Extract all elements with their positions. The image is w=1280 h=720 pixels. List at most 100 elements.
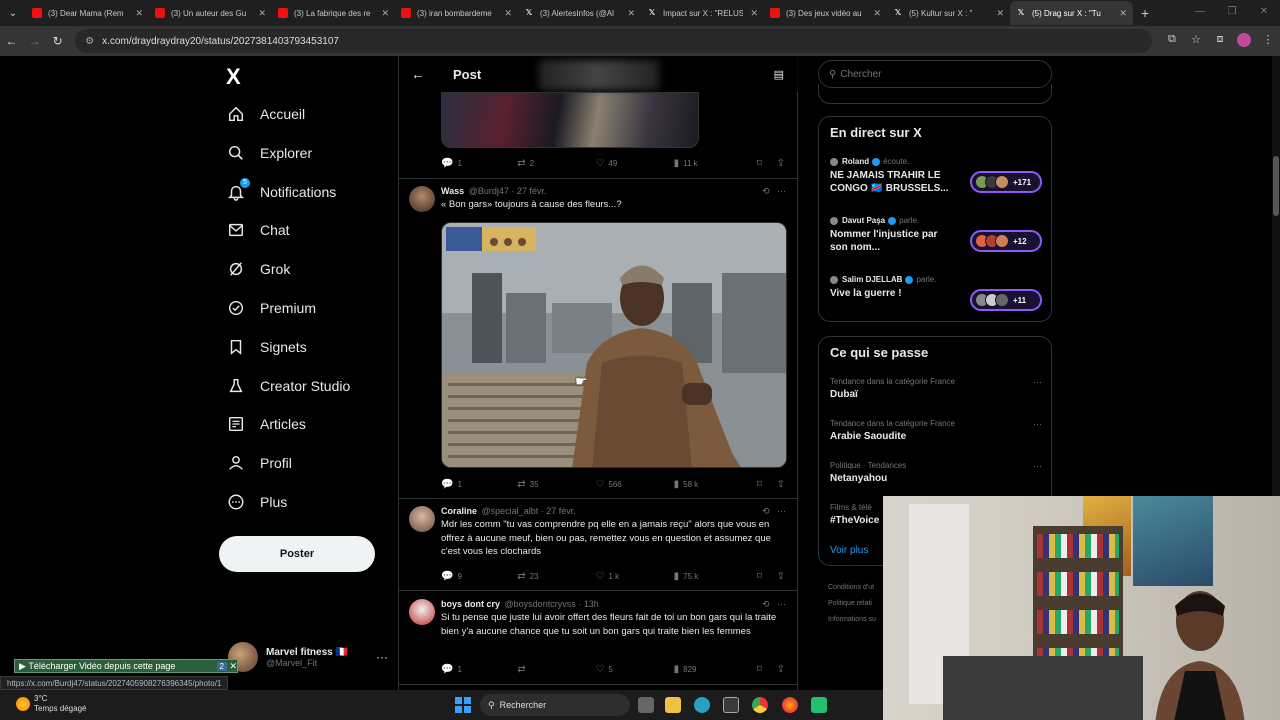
- more-icon[interactable]: ···: [777, 186, 786, 196]
- browser-tab[interactable]: (3) iran bombardeme ✕: [395, 1, 518, 25]
- extensions-icon[interactable]: ⧈: [1208, 33, 1232, 50]
- live-space-item[interactable]: Davut Paşa parle. Nommer l'injustice par s…: [830, 216, 1044, 253]
- more-icon[interactable]: ···: [777, 599, 786, 609]
- tab-close-icon[interactable]: ✕: [873, 8, 881, 19]
- menu-icon[interactable]: ⋮: [1256, 33, 1280, 50]
- grok-icon[interactable]: ⟲: [762, 506, 770, 516]
- browser-tab[interactable]: 𝕏 Impact sur X : "RELUS ✕: [641, 1, 764, 25]
- trend-item[interactable]: Politique · Tendances Netanyahou ···: [830, 461, 1044, 484]
- trend-item[interactable]: Tendance dans la catégorie France Dubaï ··…: [830, 377, 1044, 400]
- previous-post-image[interactable]: [441, 92, 699, 148]
- more-icon[interactable]: ···: [1033, 461, 1042, 471]
- star-icon[interactable]: ☆: [1184, 33, 1208, 50]
- close-icon[interactable]: ✕: [227, 661, 237, 672]
- tab-close-icon[interactable]: ✕: [1119, 8, 1127, 19]
- tab-close-icon[interactable]: ✕: [627, 8, 635, 19]
- forward-icon[interactable]: →: [23, 34, 46, 48]
- tab-close-icon[interactable]: ✕: [504, 8, 512, 19]
- more-icon[interactable]: ···: [777, 506, 786, 516]
- listeners-pill[interactable]: +11: [970, 289, 1042, 311]
- tab-close-icon[interactable]: ✕: [750, 8, 758, 19]
- footer-link[interactable]: Politique relati: [828, 596, 876, 612]
- views-button[interactable]: ▮ 75 k: [674, 571, 757, 582]
- scrollbar-thumb[interactable]: [1273, 156, 1279, 216]
- sidebar-item-chat[interactable]: Chat: [226, 220, 290, 240]
- live-space-item[interactable]: Roland écoute. NE JAMAIS TRAHIR LE CONGO 🇨…: [830, 157, 1044, 194]
- share-button[interactable]: ⇪: [777, 664, 789, 675]
- author-name[interactable]: boys dont cry: [441, 599, 500, 609]
- author-name[interactable]: Wass: [441, 186, 464, 196]
- avatar[interactable]: [409, 186, 435, 212]
- file-explorer-icon[interactable]: [665, 697, 681, 713]
- back-arrow-icon[interactable]: ←: [411, 66, 425, 82]
- footer-link[interactable]: Informations su: [828, 612, 876, 628]
- sidebar-item-profil[interactable]: Profil: [226, 453, 292, 473]
- url-field[interactable]: ⚙ x.com/draydraydray20/status/2027381403…: [75, 29, 1152, 53]
- account-switcher[interactable]: Marvel fitness 🇫🇷 @Marvel_Fit ···: [228, 642, 388, 672]
- reply-button[interactable]: 💬 1: [441, 158, 517, 169]
- like-button[interactable]: ♡ 566: [595, 479, 673, 490]
- live-space-item[interactable]: Salim DJELLAB parle. Vive la guerre ! +11: [830, 275, 1044, 311]
- browser-tab[interactable]: 𝕏 (5) Kultur sur X : " ✕: [887, 1, 1010, 25]
- listeners-pill[interactable]: +12: [970, 230, 1042, 252]
- avatar[interactable]: [409, 599, 435, 625]
- tab-close-icon[interactable]: ✕: [135, 8, 143, 19]
- tweet-date[interactable]: · 27 févr.: [541, 506, 576, 516]
- see-more-link[interactable]: Voir plus: [830, 545, 868, 556]
- browser-tab[interactable]: 𝕏 (3) AlertesInfos (@Al ✕: [518, 1, 641, 25]
- windows-start-icon[interactable]: [455, 697, 471, 713]
- browser-tab[interactable]: 𝕏 (5) Drag sur X : "Tu ✕: [1010, 1, 1133, 25]
- listeners-pill[interactable]: +171: [970, 171, 1042, 193]
- share-button[interactable]: ⇪: [777, 158, 789, 169]
- back-icon[interactable]: ←: [0, 34, 23, 48]
- author-handle[interactable]: @boysdontcryvss: [505, 599, 576, 609]
- tab-close-icon[interactable]: ✕: [996, 8, 1004, 19]
- like-button[interactable]: ♡ 5: [595, 664, 673, 675]
- views-button[interactable]: ▮ 11 k: [674, 158, 757, 169]
- sidebar-item-notifications[interactable]: 5 Notifications: [226, 177, 336, 202]
- weather-widget[interactable]: 3°C Temps dégagé: [16, 694, 86, 714]
- search-input[interactable]: ⚲ Chercher: [818, 60, 1052, 88]
- bookmark-button[interactable]: ⌑: [757, 158, 777, 169]
- more-icon[interactable]: ···: [1033, 419, 1042, 429]
- profile-avatar[interactable]: [1232, 32, 1256, 50]
- reply-button[interactable]: 💬 1: [441, 664, 517, 675]
- like-button[interactable]: ♡ 49: [595, 158, 673, 169]
- reload-icon[interactable]: ↻: [46, 34, 69, 48]
- grok-icon[interactable]: ⟲: [762, 599, 770, 609]
- install-icon[interactable]: ⧉: [1160, 33, 1184, 50]
- repost-button[interactable]: ⇄ 2: [517, 158, 595, 169]
- maximize-icon[interactable]: ❐: [1216, 0, 1248, 24]
- footer-link[interactable]: Conditions d'ut: [828, 580, 876, 596]
- edge-icon[interactable]: [694, 697, 710, 713]
- tab-close-icon[interactable]: ✕: [381, 8, 389, 19]
- store-icon[interactable]: [723, 697, 739, 713]
- reply-button[interactable]: 💬 1: [441, 479, 517, 490]
- close-window-icon[interactable]: ✕: [1248, 0, 1280, 24]
- task-view-icon[interactable]: [638, 697, 654, 713]
- minimize-icon[interactable]: —: [1184, 0, 1216, 24]
- app-icon[interactable]: [811, 697, 827, 713]
- bookmark-button[interactable]: ⌑: [757, 479, 777, 490]
- more-icon[interactable]: ···: [376, 650, 388, 664]
- sidebar-item-accueil[interactable]: Accueil: [226, 104, 305, 124]
- browser-tab[interactable]: (3) La fabrique des re ✕: [272, 1, 395, 25]
- new-tab-button[interactable]: +: [1141, 5, 1149, 21]
- grok-icon[interactable]: ⟲: [762, 186, 770, 196]
- share-button[interactable]: ⇪: [777, 571, 789, 582]
- site-info-icon[interactable]: ⚙: [85, 36, 94, 47]
- repost-button[interactable]: ⇄: [517, 664, 595, 675]
- browser-tab[interactable]: (3) Des jeux vidéo au ✕: [764, 1, 887, 25]
- tweet-date[interactable]: · 13h: [578, 599, 599, 609]
- trend-item[interactable]: Tendance dans la catégorie France Arabie …: [830, 419, 1044, 442]
- reply-button[interactable]: 💬 9: [441, 571, 517, 582]
- like-button[interactable]: ♡ 1 k: [595, 571, 673, 582]
- browser-tab[interactable]: (3) Dear Mama (Rem ✕: [26, 1, 149, 25]
- views-button[interactable]: ▮ 829: [674, 664, 757, 675]
- more-icon[interactable]: ···: [1033, 377, 1042, 387]
- download-video-bar[interactable]: ▶ Télécharger Vidéo depuis cette page 2 …: [14, 659, 238, 673]
- post-button[interactable]: Poster: [219, 536, 375, 572]
- x-logo[interactable]: X: [226, 64, 241, 90]
- repost-button[interactable]: ⇄ 35: [517, 479, 595, 490]
- sidebar-item-premium[interactable]: Premium: [226, 298, 316, 318]
